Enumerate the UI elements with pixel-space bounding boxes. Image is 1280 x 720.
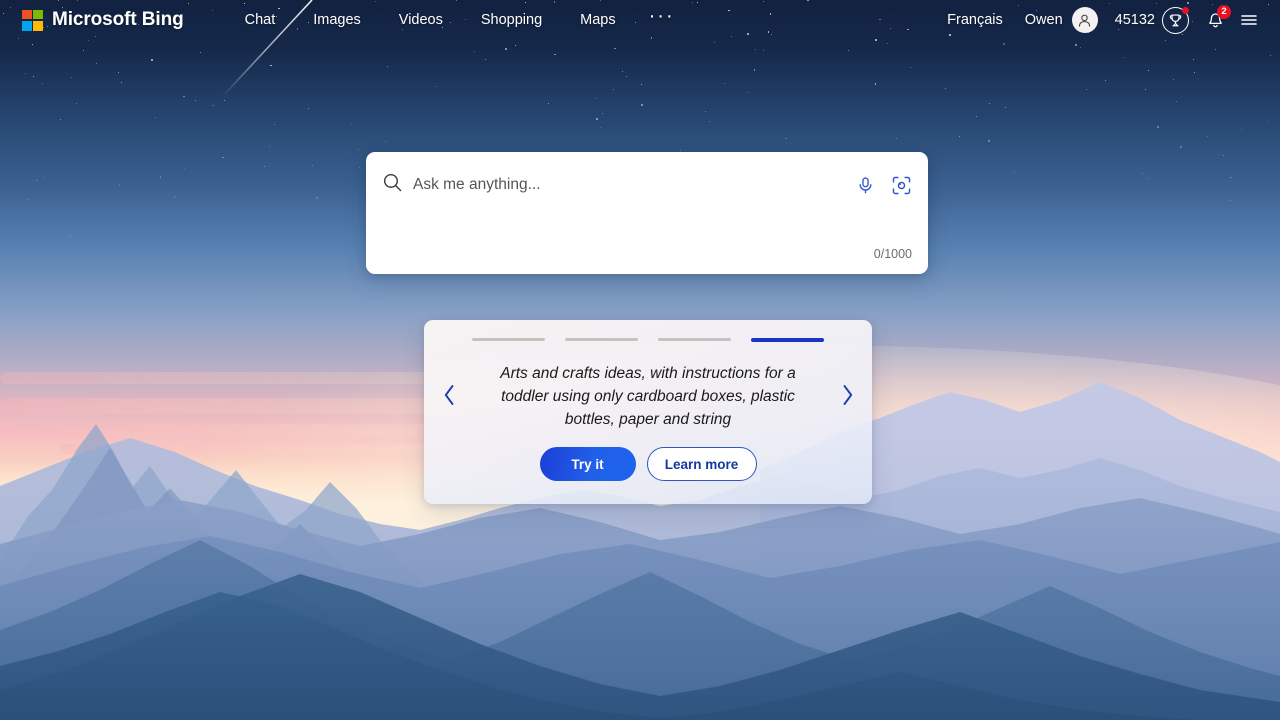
carousel-pip-2[interactable] bbox=[565, 338, 638, 341]
top-navigation-bar: Microsoft Bing Chat Images Videos Shoppi… bbox=[0, 0, 1280, 40]
visual-search-icon[interactable] bbox=[890, 174, 912, 196]
search-input[interactable] bbox=[413, 172, 842, 198]
try-it-button[interactable]: Try it bbox=[539, 447, 636, 481]
learn-more-button[interactable]: Learn more bbox=[646, 447, 757, 481]
bing-logo-brand[interactable]: Microsoft Bing bbox=[22, 9, 184, 31]
search-box-top-row bbox=[366, 152, 928, 204]
microphone-icon[interactable] bbox=[854, 174, 876, 196]
carousel-prompt-text: Arts and crafts ideas, with instructions… bbox=[500, 365, 796, 428]
nav-more-icon[interactable]: ··· bbox=[635, 6, 689, 29]
main-nav: Chat Images Videos Shopping Maps ··· bbox=[226, 6, 689, 34]
rewards-button[interactable]: 45132 bbox=[1106, 3, 1198, 38]
account-name: Owen bbox=[1024, 12, 1063, 28]
carousel-pip-3[interactable] bbox=[658, 338, 731, 341]
carousel-next-chevron-icon[interactable] bbox=[834, 377, 860, 413]
avatar bbox=[1071, 7, 1098, 33]
notifications-button[interactable]: 2 bbox=[1198, 4, 1232, 36]
carousel-pip-1[interactable] bbox=[472, 338, 545, 341]
rewards-points: 45132 bbox=[1114, 12, 1155, 28]
brand-name: Microsoft Bing bbox=[52, 9, 184, 30]
carousel-buttons: Try it Learn more bbox=[539, 447, 757, 481]
suggestion-carousel-card: Arts and crafts ideas, with instructions… bbox=[424, 320, 872, 504]
nav-shopping[interactable]: Shopping bbox=[462, 6, 561, 34]
nav-chat[interactable]: Chat bbox=[226, 6, 295, 34]
carousel-prev-chevron-icon[interactable] bbox=[436, 377, 462, 413]
search-box[interactable]: 0/1000 bbox=[366, 152, 928, 274]
header-right-cluster: Français Owen 45132 2 bbox=[935, 3, 1266, 38]
notifications-badge: 2 bbox=[1217, 5, 1231, 19]
hamburger-menu-icon[interactable] bbox=[1232, 4, 1266, 36]
microsoft-logo-icon bbox=[22, 9, 43, 31]
trophy-icon bbox=[1162, 6, 1189, 34]
nav-maps[interactable]: Maps bbox=[561, 6, 634, 34]
character-counter: 0/1000 bbox=[873, 247, 912, 261]
bing-homepage: Microsoft Bing Chat Images Videos Shoppi… bbox=[0, 0, 1280, 720]
account-button[interactable]: Owen bbox=[1015, 3, 1106, 37]
search-action-icons bbox=[854, 174, 912, 196]
nav-videos[interactable]: Videos bbox=[380, 6, 462, 34]
language-selector[interactable]: Français bbox=[935, 6, 1015, 34]
carousel-body: Arts and crafts ideas, with instructions… bbox=[424, 342, 872, 447]
nav-images[interactable]: Images bbox=[294, 6, 380, 34]
search-icon bbox=[382, 172, 403, 198]
rewards-notification-dot bbox=[1182, 6, 1189, 14]
